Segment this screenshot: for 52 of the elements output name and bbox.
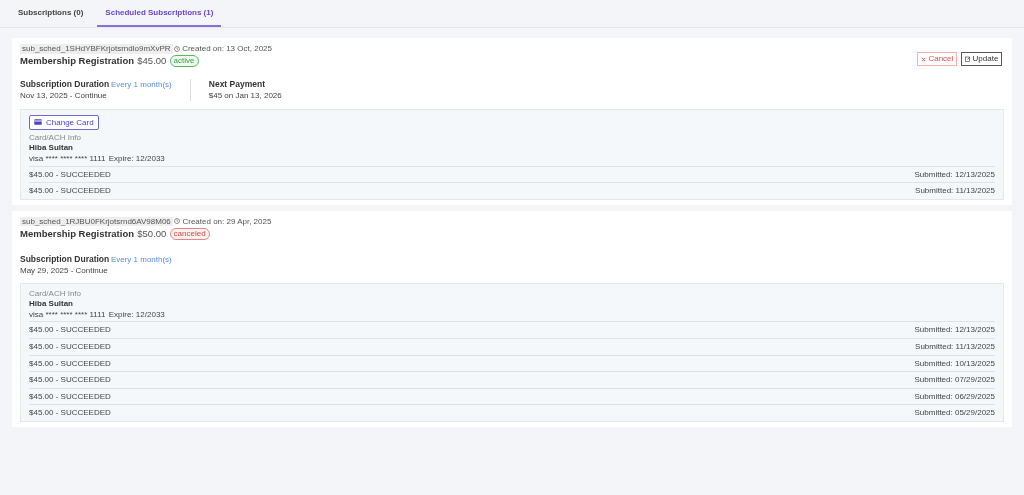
payment-status: $45.00 - SUCCEEDED (29, 375, 111, 385)
card-number: visa **** **** **** 1111 (29, 310, 106, 320)
payment-status: $45.00 - SUCCEEDED (29, 358, 111, 369)
card-holder: Hiba Sultan (29, 143, 74, 153)
submitted-date: Submitted: 11/13/2025 (915, 186, 995, 196)
duration-label: Subscription Duration (20, 78, 110, 89)
payment-status: $45.00 - SUCCEEDED (29, 325, 111, 335)
clock-icon (174, 218, 181, 225)
next-payment-value: $45 on Jan 13, 2026 (208, 90, 282, 101)
submitted-date: Submitted: 05/29/2025 (914, 408, 995, 418)
payment-status: $45.00 - SUCCEEDED (29, 341, 111, 352)
status-pill: canceled (169, 227, 210, 240)
card-expiry: Expire: 12/2033 (108, 310, 165, 320)
submitted-date: Submitted: 11/13/2025 (915, 341, 995, 352)
billing-interval: Every 1 month(s) (110, 79, 172, 90)
subscription-id: sub_sched_1SHdYBFKrjotsrndlo9mXvPR (20, 44, 173, 54)
duration-value: May 29, 2025 - Continue (20, 265, 109, 276)
payment-status: $45.00 - SUCCEEDED (29, 169, 111, 180)
close-icon (921, 56, 927, 62)
tab[interactable]: Scheduled Subscriptions (1) (97, 0, 222, 27)
submitted-date: Submitted: 12/13/2025 (914, 169, 995, 180)
submitted-date: Submitted: 12/13/2025 (914, 325, 995, 335)
billing-interval: Every 1 month(s) (110, 254, 172, 265)
created-date: Created on: 29 Apr, 2025 (182, 216, 272, 227)
status-pill: active (169, 55, 199, 67)
payment-status: $45.00 - SUCCEEDED (29, 391, 111, 402)
submitted-date: Submitted: 07/29/2025 (914, 375, 995, 385)
subscription-title: Membership Registration (20, 228, 135, 240)
payment-status: $45.00 - SUCCEEDED (29, 186, 111, 196)
clock-icon (174, 45, 181, 52)
tab[interactable]: Subscriptions (0) (10, 0, 92, 27)
card-icon (34, 119, 42, 126)
card-info-caption: Card/ACH Info (29, 133, 83, 144)
edit-icon (964, 56, 971, 63)
card-info-caption: Card/ACH Info (29, 289, 83, 299)
update-button[interactable]: Update (960, 52, 1003, 67)
card-number: visa **** **** **** 1111 (29, 154, 106, 164)
price: $50.00 (137, 228, 167, 240)
duration-label: Subscription Duration (20, 253, 110, 264)
card-expiry: Expire: 12/2033 (108, 154, 165, 164)
card-holder: Hiba Sultan (29, 298, 74, 309)
next-payment-label: Next Payment (208, 78, 266, 89)
subscription-id: sub_sched_1RJBU0FKrjotsrnd6AV98M06 (20, 216, 173, 227)
submitted-date: Submitted: 06/29/2025 (914, 391, 995, 402)
subscription-title: Membership Registration (20, 55, 135, 67)
submitted-date: Submitted: 10/13/2025 (914, 358, 995, 369)
payment-status: $45.00 - SUCCEEDED (29, 408, 111, 418)
cancel-button[interactable]: Cancel (917, 52, 958, 67)
created-date: Created on: 13 Oct, 2025 (182, 44, 272, 54)
price: $45.00 (137, 55, 167, 67)
duration-value: Nov 13, 2025 - Continue (20, 91, 108, 101)
change-card-button[interactable]: Change Card (29, 114, 99, 131)
